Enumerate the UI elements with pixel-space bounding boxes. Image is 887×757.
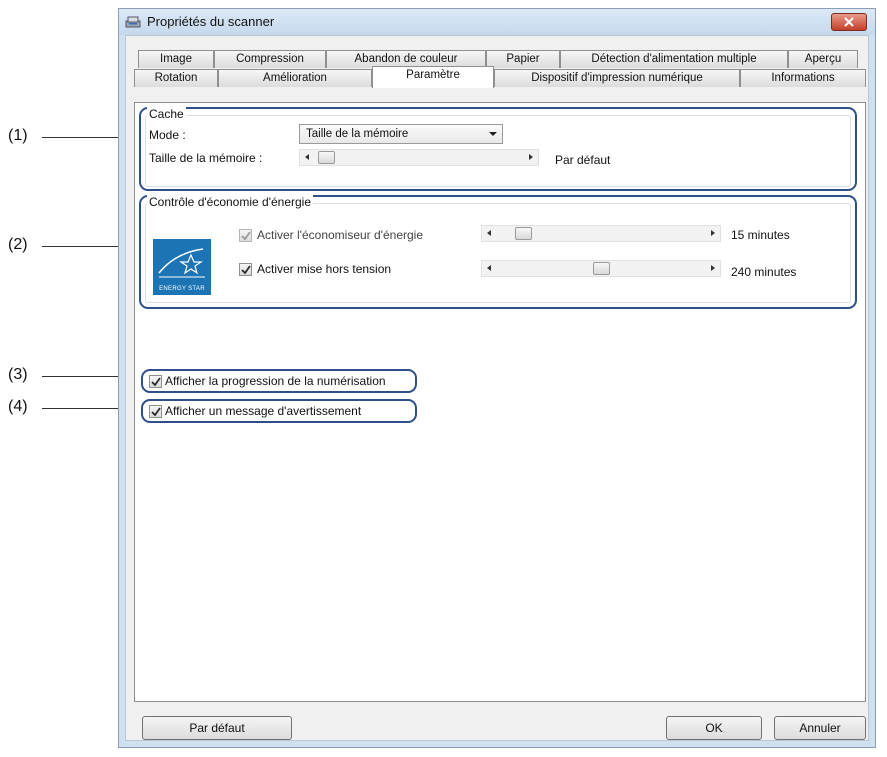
- energy-saver-slider[interactable]: [481, 225, 721, 242]
- mode-label: Mode :: [149, 128, 186, 142]
- energy-saver-label: Activer l'économiseur d'énergie: [257, 228, 423, 242]
- tab-image[interactable]: Image: [138, 50, 214, 68]
- close-icon: [844, 17, 854, 27]
- tab-apercu[interactable]: Aperçu: [788, 50, 858, 68]
- tab-informations[interactable]: Informations: [740, 69, 866, 87]
- scroll-right-icon: [711, 230, 715, 236]
- tab-parametre[interactable]: Paramètre: [372, 66, 494, 88]
- chevron-down-icon: [489, 132, 497, 136]
- energy-saver-value: 15 minutes: [731, 228, 790, 242]
- checkmark-icon: [241, 231, 251, 241]
- scanner-icon: [125, 16, 141, 28]
- scanner-properties-window: Propriétés du scanner Image Compression …: [118, 8, 876, 748]
- mode-dropdown-value: Taille de la mémoire: [306, 128, 409, 140]
- parametre-panel: Cache Mode : Taille de la mémoire Taille…: [134, 102, 866, 702]
- power-off-checkbox[interactable]: [239, 263, 252, 276]
- memory-size-slider[interactable]: [299, 149, 539, 166]
- default-button[interactable]: Par défaut: [142, 716, 292, 740]
- scroll-right-icon: [711, 265, 715, 271]
- cache-group-title: Cache: [147, 107, 186, 121]
- power-off-value: 240 minutes: [731, 265, 797, 279]
- energy-star-icon: [158, 248, 205, 278]
- tab-row-front: Rotation Amélioration Paramètre Disposit…: [126, 66, 870, 88]
- title-bar[interactable]: Propriétés du scanner: [119, 9, 875, 35]
- memory-size-value: Par défaut: [555, 153, 611, 167]
- tab-papier[interactable]: Papier: [486, 50, 560, 68]
- tab-compression[interactable]: Compression: [214, 50, 326, 68]
- power-off-slider-thumb[interactable]: [593, 262, 610, 275]
- tab-dispositif-impression[interactable]: Dispositif d'impression numérique: [494, 69, 740, 87]
- tab-amelioration[interactable]: Amélioration: [218, 69, 372, 87]
- tab-detection-alimentation[interactable]: Détection d'alimentation multiple: [560, 50, 788, 68]
- callout-4: (4): [8, 398, 28, 415]
- cancel-button[interactable]: Annuler: [774, 716, 866, 740]
- energy-star-logo: ENERGY STAR: [153, 239, 211, 295]
- scroll-right-icon: [529, 154, 533, 160]
- energy-star-text: ENERGY STAR: [159, 286, 205, 292]
- tab-rotation[interactable]: Rotation: [134, 69, 218, 87]
- show-warning-label: Afficher un message d'avertissement: [165, 404, 362, 418]
- power-off-label: Activer mise hors tension: [257, 262, 392, 276]
- show-progress-checkbox[interactable]: [149, 375, 162, 388]
- memory-size-slider-thumb[interactable]: [318, 151, 335, 164]
- checkmark-icon: [151, 377, 161, 387]
- callout-1: (1): [8, 127, 28, 144]
- scroll-left-icon: [487, 265, 491, 271]
- scroll-left-icon: [305, 154, 309, 160]
- checkmark-icon: [151, 407, 161, 417]
- dialog-client: Image Compression Abandon de couleur Pap…: [125, 35, 869, 741]
- scroll-left-icon: [487, 230, 491, 236]
- close-button[interactable]: [831, 13, 867, 31]
- show-progress-label: Afficher la progression de la numérisati…: [165, 374, 386, 388]
- checkmark-icon: [241, 265, 251, 275]
- callout-2: (2): [8, 236, 28, 253]
- power-off-slider[interactable]: [481, 260, 721, 277]
- callout-3: (3): [8, 366, 28, 383]
- ok-button[interactable]: OK: [666, 716, 762, 740]
- energy-saver-checkbox[interactable]: [239, 229, 252, 242]
- tab-row-back: Image Compression Abandon de couleur Pap…: [126, 50, 870, 68]
- energy-saver-slider-thumb[interactable]: [515, 227, 532, 240]
- energy-group: [145, 203, 851, 303]
- memory-size-label: Taille de la mémoire :: [149, 151, 263, 165]
- window-title: Propriétés du scanner: [147, 14, 275, 29]
- energy-group-title: Contrôle d'économie d'énergie: [147, 195, 314, 209]
- mode-dropdown[interactable]: Taille de la mémoire: [299, 124, 503, 144]
- show-warning-checkbox[interactable]: [149, 405, 162, 418]
